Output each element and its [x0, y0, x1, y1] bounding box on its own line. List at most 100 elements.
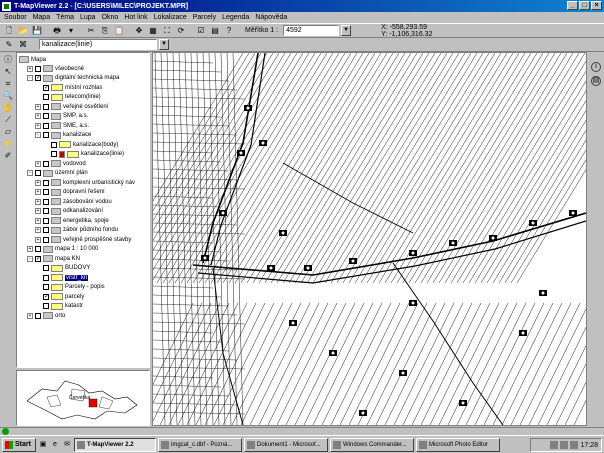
- visibility-checkbox[interactable]: [43, 293, 49, 300]
- visibility-checkbox[interactable]: [43, 189, 49, 195]
- menu-okno[interactable]: Okno: [102, 14, 119, 21]
- tray-icon[interactable]: [550, 441, 559, 449]
- visibility-checkbox[interactable]: [43, 208, 49, 214]
- active-layer-select[interactable]: kanalizace(linie): [39, 39, 157, 50]
- visibility-checkbox[interactable]: [43, 227, 49, 233]
- tree-root[interactable]: Mapa: [19, 55, 46, 64]
- visibility-checkbox[interactable]: [43, 132, 49, 138]
- maximize-button[interactable]: □: [579, 1, 590, 10]
- visibility-checkbox[interactable]: [43, 217, 49, 224]
- tree-item[interactable]: + veřejně prospěšné stavby: [35, 235, 131, 244]
- print-preview-icon[interactable]: ▾: [65, 25, 77, 37]
- collapse-icon[interactable]: -: [27, 75, 33, 81]
- tree-item[interactable]: parcely: [35, 292, 84, 301]
- visibility-checkbox[interactable]: [35, 246, 41, 252]
- collapse-icon[interactable]: -: [27, 170, 33, 176]
- scale-input[interactable]: 4592: [283, 25, 340, 36]
- expand-icon[interactable]: +: [35, 179, 41, 186]
- paste-icon[interactable]: 📋: [113, 25, 125, 37]
- open-folder-icon[interactable]: 📂: [17, 25, 29, 37]
- tree-item[interactable]: - digitální technická mapa: [27, 74, 119, 83]
- start-button[interactable]: Start: [2, 437, 36, 452]
- edit-icon[interactable]: ✐: [2, 151, 14, 161]
- menu-hot-link[interactable]: Hot link: [124, 14, 147, 21]
- visibility-checkbox[interactable]: [35, 255, 41, 262]
- measure-icon[interactable]: ⌗: [2, 79, 14, 89]
- app-icon[interactable]: [2, 1, 11, 11]
- distance-icon[interactable]: ⟋: [2, 115, 14, 125]
- tree-item[interactable]: vrstr_kn: [35, 273, 89, 282]
- cut-icon[interactable]: ✂: [85, 25, 97, 37]
- scale-dropdown-icon[interactable]: ▼: [341, 25, 352, 36]
- visibility-checkbox[interactable]: [43, 303, 49, 309]
- visibility-checkbox[interactable]: [43, 179, 49, 186]
- visibility-checkbox[interactable]: [43, 160, 49, 167]
- expand-icon[interactable]: +: [27, 65, 33, 72]
- visibility-checkbox[interactable]: [43, 94, 49, 100]
- expand-icon[interactable]: +: [35, 113, 41, 119]
- menu-legenda[interactable]: Legenda: [222, 14, 249, 21]
- task-photo-editor[interactable]: Microsoft Photo Editor: [416, 437, 500, 452]
- expand-icon[interactable]: +: [35, 198, 41, 205]
- copy-icon[interactable]: ⎘: [99, 25, 111, 37]
- tree-item[interactable]: kanalizace(linie): [43, 150, 124, 159]
- tree-item[interactable]: + všeobecné: [27, 64, 84, 73]
- tree-item[interactable]: + vodovod: [35, 159, 86, 168]
- help-icon[interactable]: ?: [223, 25, 235, 37]
- zoom-extent-icon[interactable]: ✥: [133, 25, 145, 37]
- menu-mapa[interactable]: Mapa: [33, 14, 51, 21]
- info-icon[interactable]: ⓘ: [2, 55, 14, 65]
- tree-item[interactable]: + SME, a.s.: [35, 121, 89, 130]
- expand-icon[interactable]: +: [35, 160, 41, 167]
- expand-icon[interactable]: +: [35, 189, 41, 195]
- tree-item[interactable]: místní rozhlas: [35, 83, 102, 92]
- expand-icon[interactable]: +: [35, 217, 41, 224]
- visibility-checkbox[interactable]: [43, 113, 49, 119]
- menu-lupa[interactable]: Lupa: [80, 14, 96, 21]
- layers-icon[interactable]: ▤: [591, 76, 601, 86]
- visibility-checkbox[interactable]: [43, 103, 49, 110]
- pan-hand-icon[interactable]: ✋: [2, 103, 14, 113]
- tree-item[interactable]: + orto: [27, 311, 65, 320]
- expand-icon[interactable]: +: [27, 246, 33, 252]
- refresh-icon[interactable]: ⟳: [175, 25, 187, 37]
- tree-item[interactable]: + zábor půdního fondu: [35, 226, 118, 235]
- visibility-checkbox[interactable]: [43, 265, 49, 271]
- pen-icon[interactable]: ✎: [3, 39, 15, 51]
- visibility-checkbox[interactable]: [35, 65, 41, 72]
- menu-soubor[interactable]: Soubor: [4, 14, 27, 21]
- menu-lokalizace[interactable]: Lokalizace: [154, 14, 187, 21]
- menu-parcely[interactable]: Parcely: [193, 14, 216, 21]
- tree-item[interactable]: + SMP, a.s.: [35, 112, 88, 121]
- overview-map[interactable]: Červeňka: [16, 370, 150, 426]
- layer-icon[interactable]: ▤: [209, 25, 221, 37]
- tree-item[interactable]: + dopravní řešení: [35, 188, 105, 197]
- layer-dropdown-icon[interactable]: ▼: [159, 39, 169, 50]
- binoculars-icon[interactable]: ⌘: [17, 39, 29, 51]
- task-word[interactable]: Dokument1 - Microsof...: [244, 437, 328, 452]
- outlook-icon[interactable]: ✉: [62, 440, 72, 450]
- save-icon[interactable]: 💾: [31, 25, 43, 37]
- visibility-checkbox[interactable]: [51, 141, 57, 148]
- collapse-icon[interactable]: -: [35, 132, 41, 138]
- visibility-checkbox[interactable]: [43, 198, 49, 205]
- tree-item[interactable]: - kanalizace: [35, 131, 91, 140]
- tray-icon[interactable]: [560, 441, 569, 449]
- desktop-icon[interactable]: ▣: [38, 440, 48, 450]
- hotlink-icon[interactable]: ⚡: [2, 139, 14, 149]
- print-icon[interactable]: 🖶: [51, 25, 63, 37]
- check-icon[interactable]: ☑: [195, 25, 207, 37]
- clock[interactable]: 17:28: [580, 442, 598, 449]
- minimize-button[interactable]: _: [567, 1, 578, 10]
- tree-item[interactable]: BUDOVY: [35, 264, 90, 273]
- visibility-checkbox[interactable]: [43, 84, 49, 91]
- expand-icon[interactable]: +: [35, 227, 41, 233]
- expand-icon[interactable]: +: [35, 208, 41, 214]
- zoom-icon[interactable]: 🔍: [2, 91, 14, 101]
- visibility-checkbox[interactable]: [35, 312, 41, 319]
- expand-icon[interactable]: +: [35, 236, 41, 243]
- tree-item[interactable]: + veřejné osvětlení: [35, 102, 108, 111]
- visibility-checkbox[interactable]: [35, 170, 41, 176]
- visibility-checkbox[interactable]: [43, 122, 49, 129]
- menu-napoveda[interactable]: Nápověda: [255, 14, 287, 21]
